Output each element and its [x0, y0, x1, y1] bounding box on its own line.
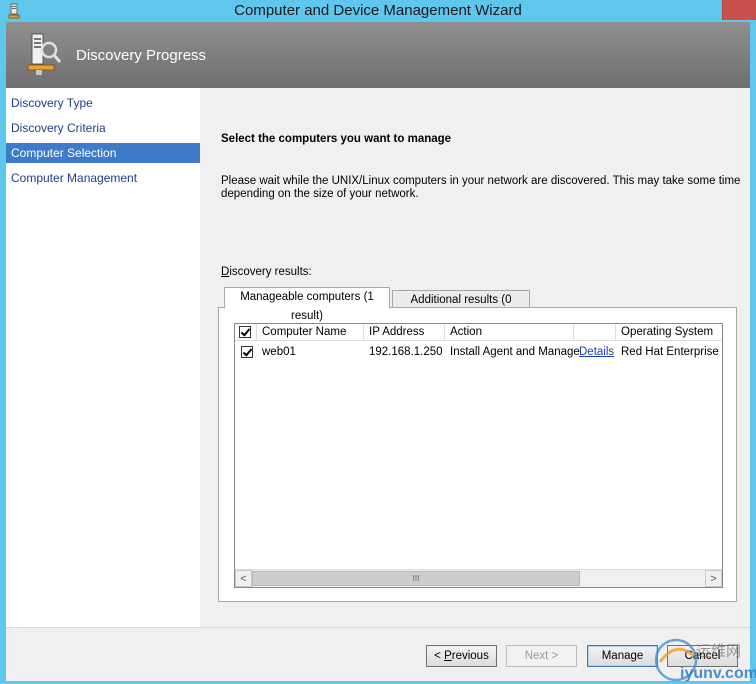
section-description: Please wait while the UNIX/Linux compute…: [221, 175, 741, 200]
watermark-logo: 运维网 iyunv.com: [654, 638, 756, 682]
row-operating-system: Red Hat Enterprise Linux: [621, 346, 722, 358]
row-checkbox[interactable]: [241, 346, 253, 358]
computers-grid: Computer Name IP Address Action Operatin…: [234, 323, 723, 588]
window-title: Computer and Device Management Wizard: [234, 2, 522, 19]
watermark-text-en: iyunv.com: [680, 665, 756, 682]
watermark-text-cn: 运维网: [696, 642, 741, 660]
nav-item-computer-management[interactable]: Computer Management: [6, 168, 200, 188]
select-all-header: [235, 324, 257, 341]
nav-item-discovery-type[interactable]: Discovery Type: [6, 93, 200, 113]
column-header-action[interactable]: Action: [445, 324, 574, 341]
select-all-checkbox[interactable]: [239, 326, 251, 338]
horizontal-scrollbar[interactable]: < III >: [235, 569, 722, 587]
column-header-details[interactable]: [574, 324, 616, 341]
wizard-content: Select the computers you want to manage …: [200, 88, 750, 627]
row-action: Install Agent and Manage: [450, 346, 580, 358]
nav-item-computer-selection[interactable]: Computer Selection: [6, 143, 200, 163]
wizard-header: Discovery Progress: [6, 22, 750, 88]
previous-accesskey: P: [444, 650, 452, 662]
previous-prefix: <: [434, 650, 445, 662]
scroll-left-button[interactable]: <: [235, 570, 252, 587]
column-header-ip-address[interactable]: IP Address: [364, 324, 445, 341]
wizard-footer: < Previous Next > Manage Cancel: [6, 627, 750, 681]
section-heading: Select the computers you want to manage: [221, 133, 452, 145]
column-header-computer-name[interactable]: Computer Name: [257, 324, 364, 341]
row-ip-address: 192.168.1.250: [369, 346, 443, 358]
nav-item-discovery-criteria[interactable]: Discovery Criteria: [6, 118, 200, 138]
tab-manageable-computers[interactable]: Manageable computers (1 result): [224, 287, 390, 322]
row-details-link[interactable]: Details: [579, 345, 614, 361]
scroll-thumb[interactable]: III: [252, 571, 580, 586]
results-label-text: iscovery results:: [229, 266, 312, 278]
tab-panel: Computer Name IP Address Action Operatin…: [218, 307, 737, 602]
discovery-server-icon: [27, 33, 62, 75]
wizard-nav: Discovery Type Discovery Criteria Comput…: [6, 88, 200, 627]
discovery-results-label: Discovery results:: [221, 266, 312, 278]
page-title: Discovery Progress: [76, 47, 207, 64]
title-bar: Computer and Device Management Wizard: [0, 0, 756, 22]
close-button[interactable]: [722, 0, 756, 20]
manage-button[interactable]: Manage: [587, 645, 658, 667]
column-header-operating-system[interactable]: Operating System: [616, 324, 722, 341]
scroll-right-button[interactable]: >: [705, 570, 722, 587]
wizard-frame: Discovery Progress Discovery Type Discov…: [6, 22, 750, 681]
previous-button[interactable]: < Previous: [426, 645, 497, 667]
previous-label: revious: [451, 650, 489, 662]
row-computer-name: web01: [262, 346, 296, 358]
next-button[interactable]: Next >: [506, 645, 577, 667]
